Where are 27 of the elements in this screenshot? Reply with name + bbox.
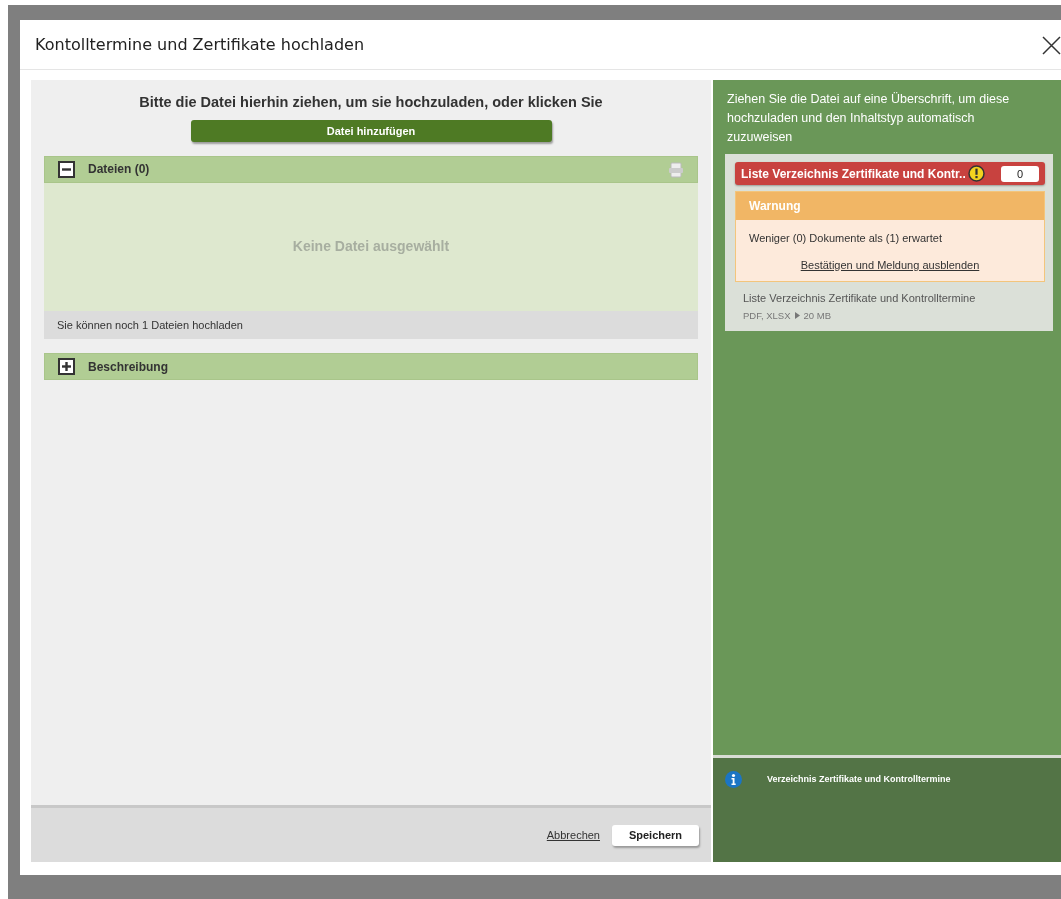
add-file-button[interactable]: Datei hinzufügen bbox=[190, 119, 552, 142]
collapse-icon[interactable] bbox=[58, 160, 75, 178]
section-title: Dateien (0) bbox=[88, 161, 150, 179]
formats-text: PDF, XLSX bbox=[743, 308, 791, 323]
instruction-text: Bitte die Datei hierhin ziehen, um sie hochzuladen, oder klicken Sie bbox=[138, 93, 604, 112]
save-button[interactable]: Speichern bbox=[612, 824, 699, 846]
warning-message: Weniger (0) Dokumente als (1) erwartet bbox=[748, 231, 943, 247]
dialog-title: Kontolltermine und Zertifikate hochladen bbox=[35, 33, 365, 56]
category-header[interactable]: Liste Verzeichnis Zertifikate und Kontr.. 0 bbox=[735, 162, 1045, 186]
warning-title: Warnung bbox=[736, 192, 1044, 221]
count-field: 0 bbox=[1001, 165, 1039, 182]
section-header[interactable]: Beschreibung bbox=[44, 353, 698, 381]
category-title: Liste Verzeichnis Zertifikate und Kontr.. bbox=[741, 165, 966, 183]
triangle-icon bbox=[794, 312, 800, 320]
info-text: Verzeichnis Zertifikate und Kontrolltermine bbox=[767, 773, 951, 786]
section-title: Beschreibung bbox=[88, 358, 168, 376]
size-text: 20 MB bbox=[803, 308, 831, 323]
category-description: Liste Verzeichnis Zertifikate und Kontrolltermine bbox=[742, 291, 977, 307]
remaining-text: Sie können noch 1 Dateien hochladen bbox=[44, 310, 698, 340]
expand-icon[interactable] bbox=[58, 358, 75, 376]
dismiss-link[interactable]: Bestätigen und Meldung ausblenden bbox=[800, 246, 980, 282]
close-icon[interactable] bbox=[1042, 35, 1061, 55]
empty-text: Keine Datei ausgewählt bbox=[292, 237, 450, 257]
info-icon bbox=[725, 771, 742, 788]
cancel-link[interactable]: Abbrechen bbox=[546, 826, 600, 844]
section-header[interactable]: Dateien (0) bbox=[44, 155, 698, 183]
hint-text: Ziehen Sie die Datei auf eine Überschrift, um diese hochzuladen und den Inhaltstyp automatisch zuzuweisen bbox=[726, 91, 1011, 146]
